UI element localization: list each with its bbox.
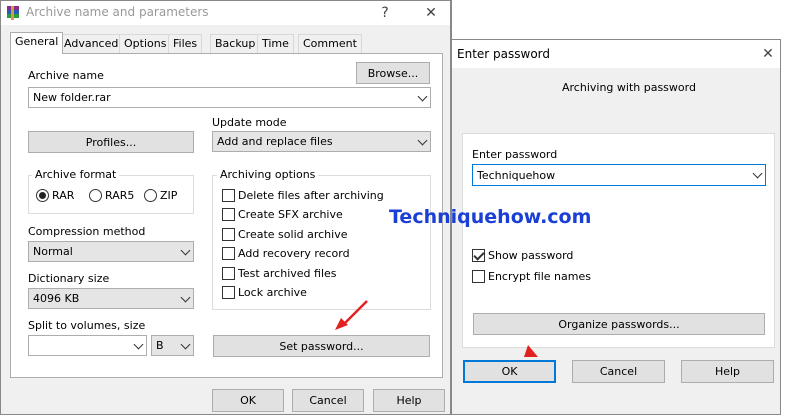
format-rar-radio[interactable] bbox=[36, 189, 49, 202]
dialog-title: Enter password bbox=[457, 47, 550, 61]
split-volumes-input[interactable] bbox=[28, 335, 147, 356]
test-files-label: Test archived files bbox=[238, 267, 337, 280]
cancel-button[interactable]: Cancel bbox=[572, 360, 665, 383]
chevron-down-icon[interactable] bbox=[180, 245, 191, 255]
encrypt-names-label: Encrypt file names bbox=[488, 270, 591, 283]
format-rar5-label: RAR5 bbox=[105, 189, 135, 202]
help-title-button[interactable]: ? bbox=[374, 3, 396, 23]
update-mode-value: Add and replace files bbox=[217, 135, 333, 148]
tab-time[interactable]: Time bbox=[257, 34, 294, 53]
ok-button[interactable]: OK bbox=[463, 360, 556, 383]
browse-button[interactable]: Browse... bbox=[356, 62, 430, 84]
password-input[interactable]: Techniquehow bbox=[472, 164, 766, 186]
chevron-down-icon[interactable] bbox=[417, 135, 428, 145]
chevron-down-icon[interactable] bbox=[752, 168, 763, 179]
help-button[interactable]: Help bbox=[373, 389, 445, 412]
compression-method-value: Normal bbox=[33, 245, 73, 258]
tab-backup[interactable]: Backup bbox=[210, 34, 261, 53]
show-password-checkbox[interactable] bbox=[472, 249, 485, 262]
encrypt-names-checkbox[interactable] bbox=[472, 270, 485, 283]
tab-files[interactable]: Files bbox=[168, 34, 203, 53]
show-password-label: Show password bbox=[488, 249, 574, 262]
password-dialog-frame-top bbox=[451, 0, 785, 39]
format-rar-label: RAR bbox=[52, 189, 75, 202]
format-zip-label: ZIP bbox=[160, 189, 178, 202]
red-arrow-icon bbox=[335, 300, 368, 330]
test-files-checkbox[interactable] bbox=[222, 267, 235, 280]
delete-files-label: Delete files after archiving bbox=[238, 189, 384, 202]
archive-parameters-dialog: Archive name and parameters ? ✕ General … bbox=[0, 0, 451, 415]
close-icon[interactable]: ✕ bbox=[420, 3, 442, 23]
chevron-down-icon[interactable] bbox=[180, 292, 191, 302]
dictionary-size-label: Dictionary size bbox=[28, 272, 110, 285]
update-mode-select[interactable]: Add and replace files bbox=[212, 131, 431, 152]
update-mode-label: Update mode bbox=[212, 116, 287, 129]
recovery-record-label: Add recovery record bbox=[238, 247, 350, 260]
compression-method-select[interactable]: Normal bbox=[28, 241, 194, 262]
archive-name-input[interactable]: New folder.rar bbox=[28, 87, 431, 108]
create-solid-label: Create solid archive bbox=[238, 228, 348, 241]
archiving-options-label: Archiving options bbox=[217, 168, 319, 181]
password-heading: Archiving with password bbox=[562, 81, 696, 94]
chevron-down-icon[interactable] bbox=[180, 339, 191, 349]
create-solid-checkbox[interactable] bbox=[222, 228, 235, 241]
dictionary-size-value: 4096 KB bbox=[33, 292, 80, 305]
password-label: Enter password bbox=[472, 148, 558, 161]
tab-general[interactable]: General bbox=[10, 32, 64, 54]
red-arrow-icon bbox=[524, 345, 538, 357]
split-unit-value: B bbox=[156, 339, 164, 352]
create-sfx-checkbox[interactable] bbox=[222, 208, 235, 221]
cancel-button[interactable]: Cancel bbox=[292, 389, 364, 412]
dialog-title: Archive name and parameters bbox=[26, 5, 209, 19]
winrar-app-icon bbox=[7, 6, 19, 20]
tab-comment[interactable]: Comment bbox=[298, 34, 362, 53]
tab-advanced[interactable]: Advanced bbox=[59, 34, 124, 53]
archive-name-label: Archive name bbox=[28, 69, 104, 82]
split-unit-select[interactable]: B bbox=[151, 335, 194, 356]
profiles-button[interactable]: Profiles... bbox=[28, 131, 194, 153]
site-watermark: Techniquehow.com bbox=[389, 206, 592, 228]
archive-name-value: New folder.rar bbox=[33, 91, 111, 104]
split-volumes-label: Split to volumes, size bbox=[28, 319, 146, 332]
chevron-down-icon[interactable] bbox=[133, 339, 144, 349]
organize-passwords-button[interactable]: Organize passwords... bbox=[473, 313, 765, 335]
lock-archive-label: Lock archive bbox=[238, 286, 307, 299]
title-bar: Enter password ✕ bbox=[452, 40, 780, 68]
format-zip-radio[interactable] bbox=[144, 189, 157, 202]
help-button[interactable]: Help bbox=[681, 360, 774, 383]
recovery-record-checkbox[interactable] bbox=[222, 247, 235, 260]
create-sfx-label: Create SFX archive bbox=[238, 208, 343, 221]
lock-archive-checkbox[interactable] bbox=[222, 286, 235, 299]
format-rar5-radio[interactable] bbox=[89, 189, 102, 202]
ok-button[interactable]: OK bbox=[212, 389, 284, 412]
close-icon[interactable]: ✕ bbox=[757, 44, 779, 64]
set-password-button[interactable]: Set password... bbox=[213, 335, 430, 357]
compression-method-label: Compression method bbox=[28, 225, 146, 238]
tab-options[interactable]: Options bbox=[119, 34, 172, 53]
title-bar: Archive name and parameters ? ✕ bbox=[1, 1, 450, 25]
password-value: Techniquehow bbox=[477, 168, 556, 182]
archive-format-label: Archive format bbox=[32, 168, 120, 181]
dictionary-size-select[interactable]: 4096 KB bbox=[28, 288, 194, 309]
delete-files-checkbox[interactable] bbox=[222, 189, 235, 202]
chevron-down-icon[interactable] bbox=[417, 91, 428, 101]
